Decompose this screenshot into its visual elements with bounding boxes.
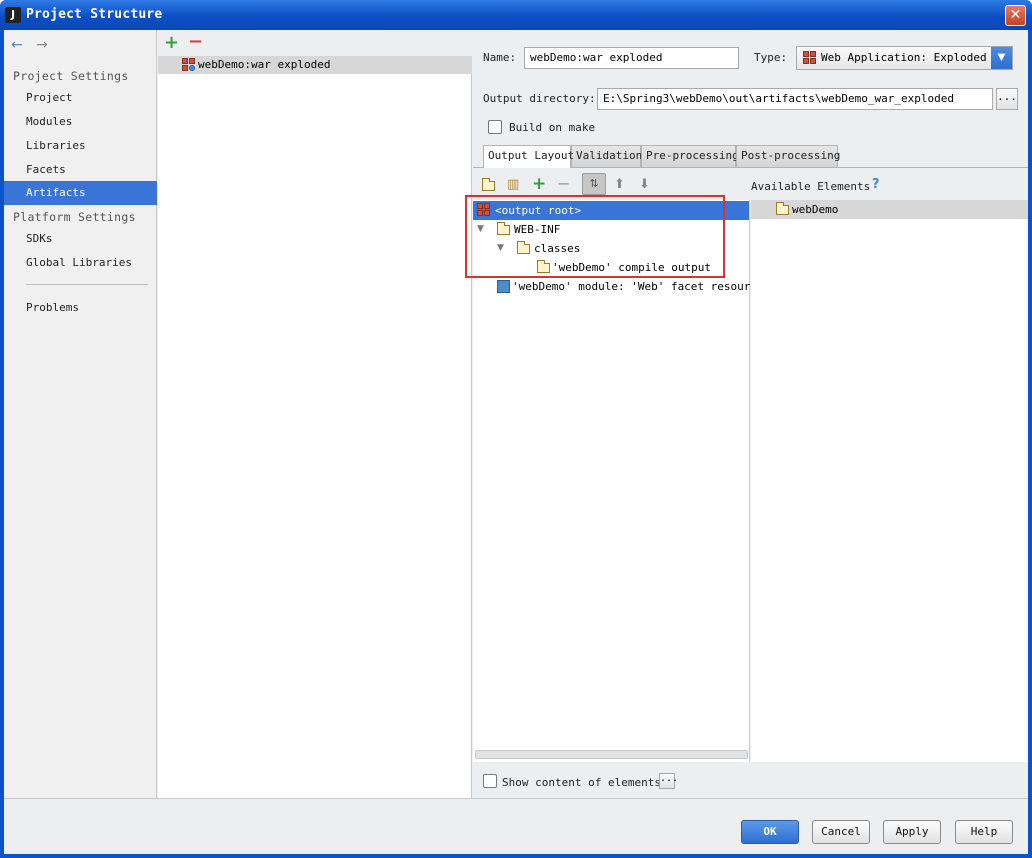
nav-divider bbox=[26, 284, 148, 285]
type-label: Type: bbox=[754, 51, 788, 64]
nav-item-libraries[interactable]: Libraries bbox=[4, 134, 157, 158]
create-archive-icon[interactable]: ▥ bbox=[507, 177, 523, 193]
annotation-highlight-box bbox=[465, 195, 725, 278]
show-content-options-button[interactable]: ... bbox=[659, 773, 678, 789]
forward-arrow-icon[interactable]: → bbox=[36, 38, 52, 52]
create-directory-icon[interactable] bbox=[481, 177, 497, 193]
nav-item-artifacts[interactable]: Artifacts bbox=[4, 181, 157, 205]
output-directory-field[interactable]: E:\Spring3\webDemo\out\artifacts\webDemo… bbox=[597, 88, 993, 110]
nav-item-problems[interactable]: Problems bbox=[4, 296, 157, 320]
show-content-checkbox[interactable] bbox=[483, 774, 497, 788]
available-item-label: webDemo bbox=[792, 203, 839, 216]
tab-post-processing[interactable]: Post-processing bbox=[736, 145, 840, 167]
chevron-down-icon[interactable]: ▼ bbox=[991, 47, 1012, 69]
browse-output-button[interactable]: ... bbox=[996, 88, 1018, 110]
sort-elements-icon[interactable]: ⇅ bbox=[582, 173, 606, 195]
show-content-label: Show content of elements bbox=[502, 776, 661, 789]
tab-validation[interactable]: Validation bbox=[571, 145, 642, 167]
artifact-icon bbox=[182, 58, 196, 72]
available-elements-panel: webDemo bbox=[751, 200, 1028, 762]
nav-item-global-libraries[interactable]: Global Libraries bbox=[4, 251, 157, 275]
module-folder-icon bbox=[776, 202, 789, 215]
nav-item-project[interactable]: Project bbox=[4, 86, 157, 110]
add-element-icon[interactable]: + bbox=[532, 174, 548, 194]
nav-item-modules[interactable]: Modules bbox=[4, 110, 157, 134]
cancel-button[interactable]: Cancel bbox=[812, 820, 870, 844]
back-arrow-icon[interactable]: ← bbox=[11, 38, 27, 52]
artifact-list-toolbar: + − bbox=[158, 30, 472, 56]
move-up-icon[interactable]: ⬆ bbox=[614, 177, 630, 193]
title-bar: J Project Structure ✕ bbox=[0, 0, 1032, 30]
name-field[interactable]: webDemo:war exploded bbox=[524, 47, 739, 69]
apply-button[interactable]: Apply bbox=[883, 820, 941, 844]
remove-element-icon[interactable]: − bbox=[557, 174, 573, 193]
type-dropdown-value: Web Application: Exploded bbox=[821, 51, 987, 64]
artifact-type-icon bbox=[803, 51, 817, 65]
tab-pre-processing[interactable]: Pre-processing bbox=[641, 145, 739, 167]
tree-item-facet-resources[interactable]: 'webDemo' module: 'Web' facet resources bbox=[473, 277, 770, 296]
horizontal-scrollbar[interactable] bbox=[475, 750, 748, 759]
project-settings-heading: Project Settings bbox=[13, 69, 129, 83]
nav-item-facets[interactable]: Facets bbox=[4, 158, 157, 182]
ok-button[interactable]: OK bbox=[741, 820, 799, 844]
web-facet-icon bbox=[497, 280, 510, 293]
build-on-make-label: Build on make bbox=[509, 121, 596, 134]
tab-output-layout[interactable]: Output Layout bbox=[483, 145, 574, 168]
dialog-body: ← → Project Settings Project Modules Lib… bbox=[4, 30, 1028, 854]
name-label: Name: bbox=[483, 51, 517, 64]
artifact-config-panel: Name: webDemo:war exploded Type: Web App… bbox=[473, 30, 1028, 798]
close-button[interactable]: ✕ bbox=[1005, 5, 1026, 26]
artifact-list-item[interactable]: webDemo:war exploded bbox=[158, 56, 472, 74]
add-artifact-icon[interactable]: + bbox=[164, 32, 179, 53]
output-directory-label: Output directory: bbox=[483, 92, 596, 105]
help-icon[interactable]: ? bbox=[872, 177, 880, 192]
settings-nav: ← → Project Settings Project Modules Lib… bbox=[4, 30, 157, 798]
type-dropdown[interactable]: Web Application: Exploded ▼ bbox=[796, 46, 1013, 70]
bottom-divider bbox=[4, 798, 1028, 799]
output-layout-tree: <output root> ▼ WEB-INF ▼ classes 'webDe… bbox=[473, 200, 770, 762]
nav-item-sdks[interactable]: SDKs bbox=[4, 227, 157, 251]
platform-settings-heading: Platform Settings bbox=[13, 210, 136, 224]
artifact-list-panel: + − webDemo:war exploded bbox=[158, 30, 472, 798]
available-elements-label: Available Elements bbox=[751, 180, 871, 193]
artifact-list-item-label: webDemo:war exploded bbox=[198, 58, 331, 71]
help-button[interactable]: Help bbox=[955, 820, 1013, 844]
build-on-make-checkbox[interactable] bbox=[488, 120, 502, 134]
app-icon: J bbox=[5, 7, 21, 23]
window-frame: J Project Structure ✕ ← → Project Settin… bbox=[0, 0, 1032, 858]
window-title: Project Structure bbox=[26, 7, 163, 22]
move-down-icon[interactable]: ⬇ bbox=[639, 177, 655, 193]
available-item-webdemo[interactable]: webDemo bbox=[751, 200, 1028, 219]
remove-artifact-icon[interactable]: − bbox=[188, 31, 203, 52]
tree-item-label: 'webDemo' module: 'Web' facet resources bbox=[512, 280, 771, 293]
